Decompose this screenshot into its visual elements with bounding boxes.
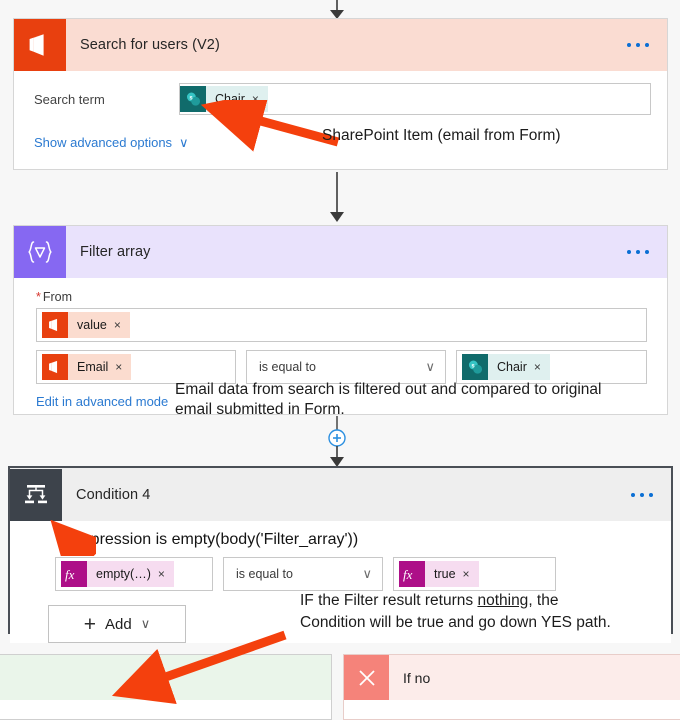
chevron-down-icon: ∨ (425, 359, 435, 374)
card-header: Filter array (14, 226, 667, 278)
filter-left-operand-input[interactable]: Email × (36, 350, 236, 384)
card-header: Search for users (V2) (14, 19, 667, 71)
card-title: Filter array (80, 244, 151, 260)
note-condition-text-b: , the (528, 592, 559, 609)
note-condition-emphasis: nothing (477, 592, 529, 609)
link-label: Show advanced options (34, 135, 173, 150)
filter-condition-row: Email × is equal to ∨ s Chair × (36, 350, 647, 384)
token-chip-true[interactable]: fx true × (399, 561, 479, 587)
add-condition-button[interactable]: + Add ∨ (48, 605, 186, 643)
token-chip-chair[interactable]: s Chair × (462, 354, 550, 380)
search-term-input[interactable]: s Chair × (179, 83, 651, 115)
search-term-label: Search term (34, 91, 105, 107)
from-label-text: From (42, 290, 73, 304)
svg-text:fx: fx (403, 567, 413, 582)
condition-operator-dropdown[interactable]: is equal to ∨ (223, 557, 383, 591)
close-icon[interactable]: × (158, 567, 174, 581)
office365-icon (42, 312, 68, 338)
chevron-down-icon: ∨ (179, 134, 189, 150)
filter-array-icon (14, 226, 66, 278)
chevron-down-icon: ∨ (362, 566, 372, 581)
note-condition-line2: Condition will be true and go down YES p… (300, 614, 611, 631)
operator-label: is equal to (236, 567, 293, 581)
card-title: Search for users (V2) (80, 37, 220, 53)
condition-icon (10, 468, 62, 521)
action-card-search-for-users[interactable]: Search for users (V2) Search term s Chai… (13, 18, 668, 170)
if-no-label: If no (403, 669, 431, 686)
sharepoint-icon: s (180, 86, 206, 112)
token-label: value (77, 318, 107, 332)
token-chip-chair[interactable]: s Chair × (180, 86, 268, 112)
search-term-row: Search term s Chair × (14, 71, 667, 115)
token-label: true (434, 567, 456, 581)
fx-icon: fx (61, 561, 87, 587)
from-label: * From (14, 278, 667, 308)
if-yes-header (0, 655, 331, 700)
x-icon (344, 655, 389, 700)
card-title: Condition 4 (76, 486, 151, 503)
operator-label: is equal to (259, 360, 316, 374)
connector-filter-to-condition[interactable] (324, 416, 350, 468)
plus-icon: + (83, 612, 97, 636)
token-chip-value[interactable]: value × (42, 312, 130, 338)
branch-card-if-yes[interactable] (0, 654, 332, 720)
token-chip-empty-expression[interactable]: fx empty(…) × (61, 561, 174, 587)
close-icon[interactable]: × (114, 318, 130, 332)
filter-operator-dropdown[interactable]: is equal to ∨ (246, 350, 446, 384)
fx-icon: fx (399, 561, 425, 587)
connector-search-to-filter (330, 172, 344, 222)
token-chip-email[interactable]: Email × (42, 354, 132, 380)
branch-card-if-no[interactable]: If no (343, 654, 680, 720)
close-icon[interactable]: × (534, 360, 550, 374)
sharepoint-icon: s (462, 354, 488, 380)
close-icon[interactable]: × (463, 567, 479, 581)
expression-annotation: Expression is empty(body('Filter_array')… (72, 531, 359, 548)
edit-in-advanced-mode-link[interactable]: Edit in advanced mode (36, 394, 168, 409)
token-label: Chair (497, 360, 527, 374)
required-asterisk: * (36, 290, 41, 304)
chevron-down-icon: ∨ (140, 616, 151, 631)
more-options-button[interactable] (631, 492, 653, 497)
power-automate-flow-canvas: Search for users (V2) Search term s Chai… (0, 0, 680, 720)
condition-right-operand-input[interactable]: fx true × (393, 557, 556, 591)
svg-text:fx: fx (65, 567, 75, 582)
add-button-label: Add (105, 615, 132, 633)
note-condition-text-a: IF the Filter result returns (300, 592, 478, 609)
more-options-button[interactable] (627, 43, 649, 47)
close-icon[interactable]: × (115, 360, 131, 374)
condition-left-operand-input[interactable]: fx empty(…) × (55, 557, 213, 591)
office365-icon (42, 354, 68, 380)
note-sharepoint-item: SharePoint Item (email from Form) (322, 127, 561, 144)
if-no-header: If no (344, 655, 680, 700)
condition-row: fx empty(…) × is equal to ∨ fx true × (55, 557, 671, 591)
connector-top-arrow (330, 0, 344, 19)
token-label: Email (77, 360, 109, 374)
show-advanced-options-link[interactable]: Show advanced options ∨ (34, 135, 189, 151)
note-filter-line2: email submitted in Form. (175, 401, 345, 418)
office365-icon (14, 19, 66, 71)
token-label: Chair (215, 92, 245, 106)
from-input[interactable]: value × (36, 308, 647, 342)
filter-right-operand-input[interactable]: s Chair × (456, 350, 647, 384)
note-filter-line1: Email data from search is filtered out a… (175, 381, 602, 398)
token-label: empty(…) (96, 567, 151, 581)
card-header: Condition 4 (10, 468, 671, 521)
note-condition-line1: IF the Filter result returns nothing, th… (300, 591, 558, 611)
close-icon[interactable]: × (252, 92, 268, 106)
more-options-button[interactable] (627, 250, 649, 254)
